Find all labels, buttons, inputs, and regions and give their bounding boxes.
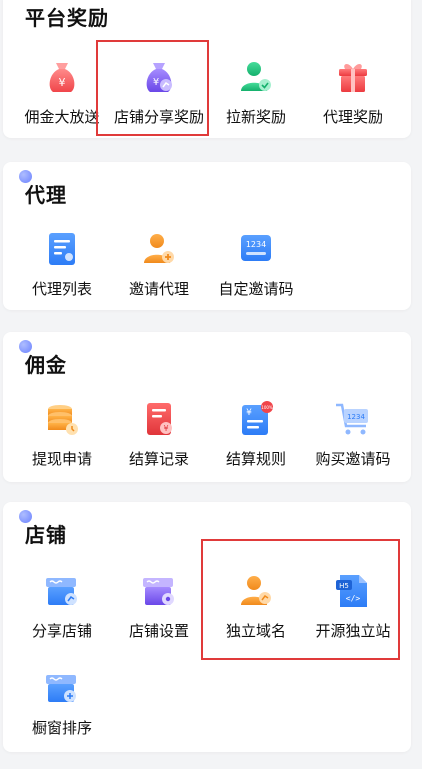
menu-item-label: 拉新奖励 — [225, 108, 286, 126]
store-settings-icon — [140, 572, 178, 610]
h5-code-file-icon: H5 </> — [334, 572, 372, 610]
svg-text:1234: 1234 — [347, 413, 365, 421]
menu-item-buy-invite-code[interactable]: 1234 购买邀请码 — [303, 400, 403, 500]
menu-item-invite-agent[interactable]: 邀请代理 — [109, 230, 209, 330]
window-sort-icon — [43, 669, 81, 707]
settlement-record-icon: ¥ — [140, 400, 178, 438]
custom-code-1234-icon: 1234 — [237, 230, 275, 268]
menu-item-open-source-site[interactable]: H5 </> 开源独立站 — [303, 572, 403, 672]
menu-item-label: 橱窗排序 — [31, 719, 92, 737]
menu-item-store-share-reward[interactable]: ¥ 店铺分享奖励 — [109, 58, 209, 158]
menu-item-withdrawal-request[interactable]: 提现申请 — [12, 400, 112, 500]
menu-item-label: 结算规则 — [225, 450, 286, 468]
svg-text:¥: ¥ — [153, 77, 159, 88]
menu-item-label: 提现申请 — [31, 450, 92, 468]
menu-item-label: 开源独立站 — [315, 622, 391, 640]
section-title: 店铺 — [25, 523, 67, 547]
gift-red-icon — [334, 58, 372, 96]
coins-stack-icon — [43, 400, 81, 438]
buy-code-cart-icon: 1234 — [334, 400, 372, 438]
agent-list-icon — [43, 230, 81, 268]
svg-text:¥: ¥ — [246, 408, 252, 418]
settlement-rules-icon: ¥ 100% — [237, 400, 275, 438]
menu-item-window-sort[interactable]: 橱窗排序 — [12, 669, 112, 769]
menu-item-label: 邀请代理 — [128, 280, 189, 298]
section-title: 代理 — [25, 183, 67, 207]
menu-item-agent-list[interactable]: 代理列表 — [12, 230, 112, 330]
section-title: 平台奖励 — [25, 6, 109, 30]
menu-item-custom-domain[interactable]: 独立域名 — [206, 572, 306, 672]
menu-item-label: 店铺设置 — [128, 622, 189, 640]
menu-item-store-settings[interactable]: 店铺设置 — [109, 572, 209, 672]
menu-item-settlement-record[interactable]: ¥ 结算记录 — [109, 400, 209, 500]
svg-text:</>: </> — [346, 594, 361, 603]
menu-item-agent-reward[interactable]: 代理奖励 — [303, 58, 403, 158]
menu-item-label: 店铺分享奖励 — [113, 108, 204, 126]
menu-item-custom-invite-code[interactable]: 1234 自定邀请码 — [206, 230, 306, 330]
menu-item-label: 代理列表 — [31, 280, 92, 298]
user-domain-icon — [237, 572, 275, 610]
svg-text:¥: ¥ — [59, 76, 66, 89]
menu-item-label: 购买邀请码 — [315, 450, 391, 468]
share-store-icon — [43, 572, 81, 610]
invite-user-icon — [140, 230, 178, 268]
menu-item-label: 分享店铺 — [31, 622, 92, 640]
new-user-green-icon — [237, 58, 275, 96]
menu-item-label: 独立域名 — [225, 622, 286, 640]
menu-item-label: 自定邀请码 — [218, 280, 294, 298]
menu-item-commission-giveaway[interactable]: ¥ 佣金大放送 — [12, 58, 112, 158]
svg-text:H5: H5 — [339, 582, 349, 590]
menu-item-label: 代理奖励 — [322, 108, 383, 126]
svg-text:1234: 1234 — [246, 240, 266, 249]
section-title: 佣金 — [25, 353, 67, 377]
svg-text:100%: 100% — [261, 405, 273, 410]
menu-item-settlement-rules[interactable]: ¥ 100% 结算规则 — [206, 400, 306, 500]
menu-item-new-user-reward[interactable]: 拉新奖励 — [206, 58, 306, 158]
money-bag-share-purple-icon: ¥ — [140, 58, 178, 96]
money-bag-red-icon: ¥ — [43, 58, 81, 96]
menu-item-label: 结算记录 — [128, 450, 189, 468]
svg-text:¥: ¥ — [163, 424, 168, 433]
menu-item-share-store[interactable]: 分享店铺 — [12, 572, 112, 672]
menu-item-label: 佣金大放送 — [24, 108, 100, 126]
